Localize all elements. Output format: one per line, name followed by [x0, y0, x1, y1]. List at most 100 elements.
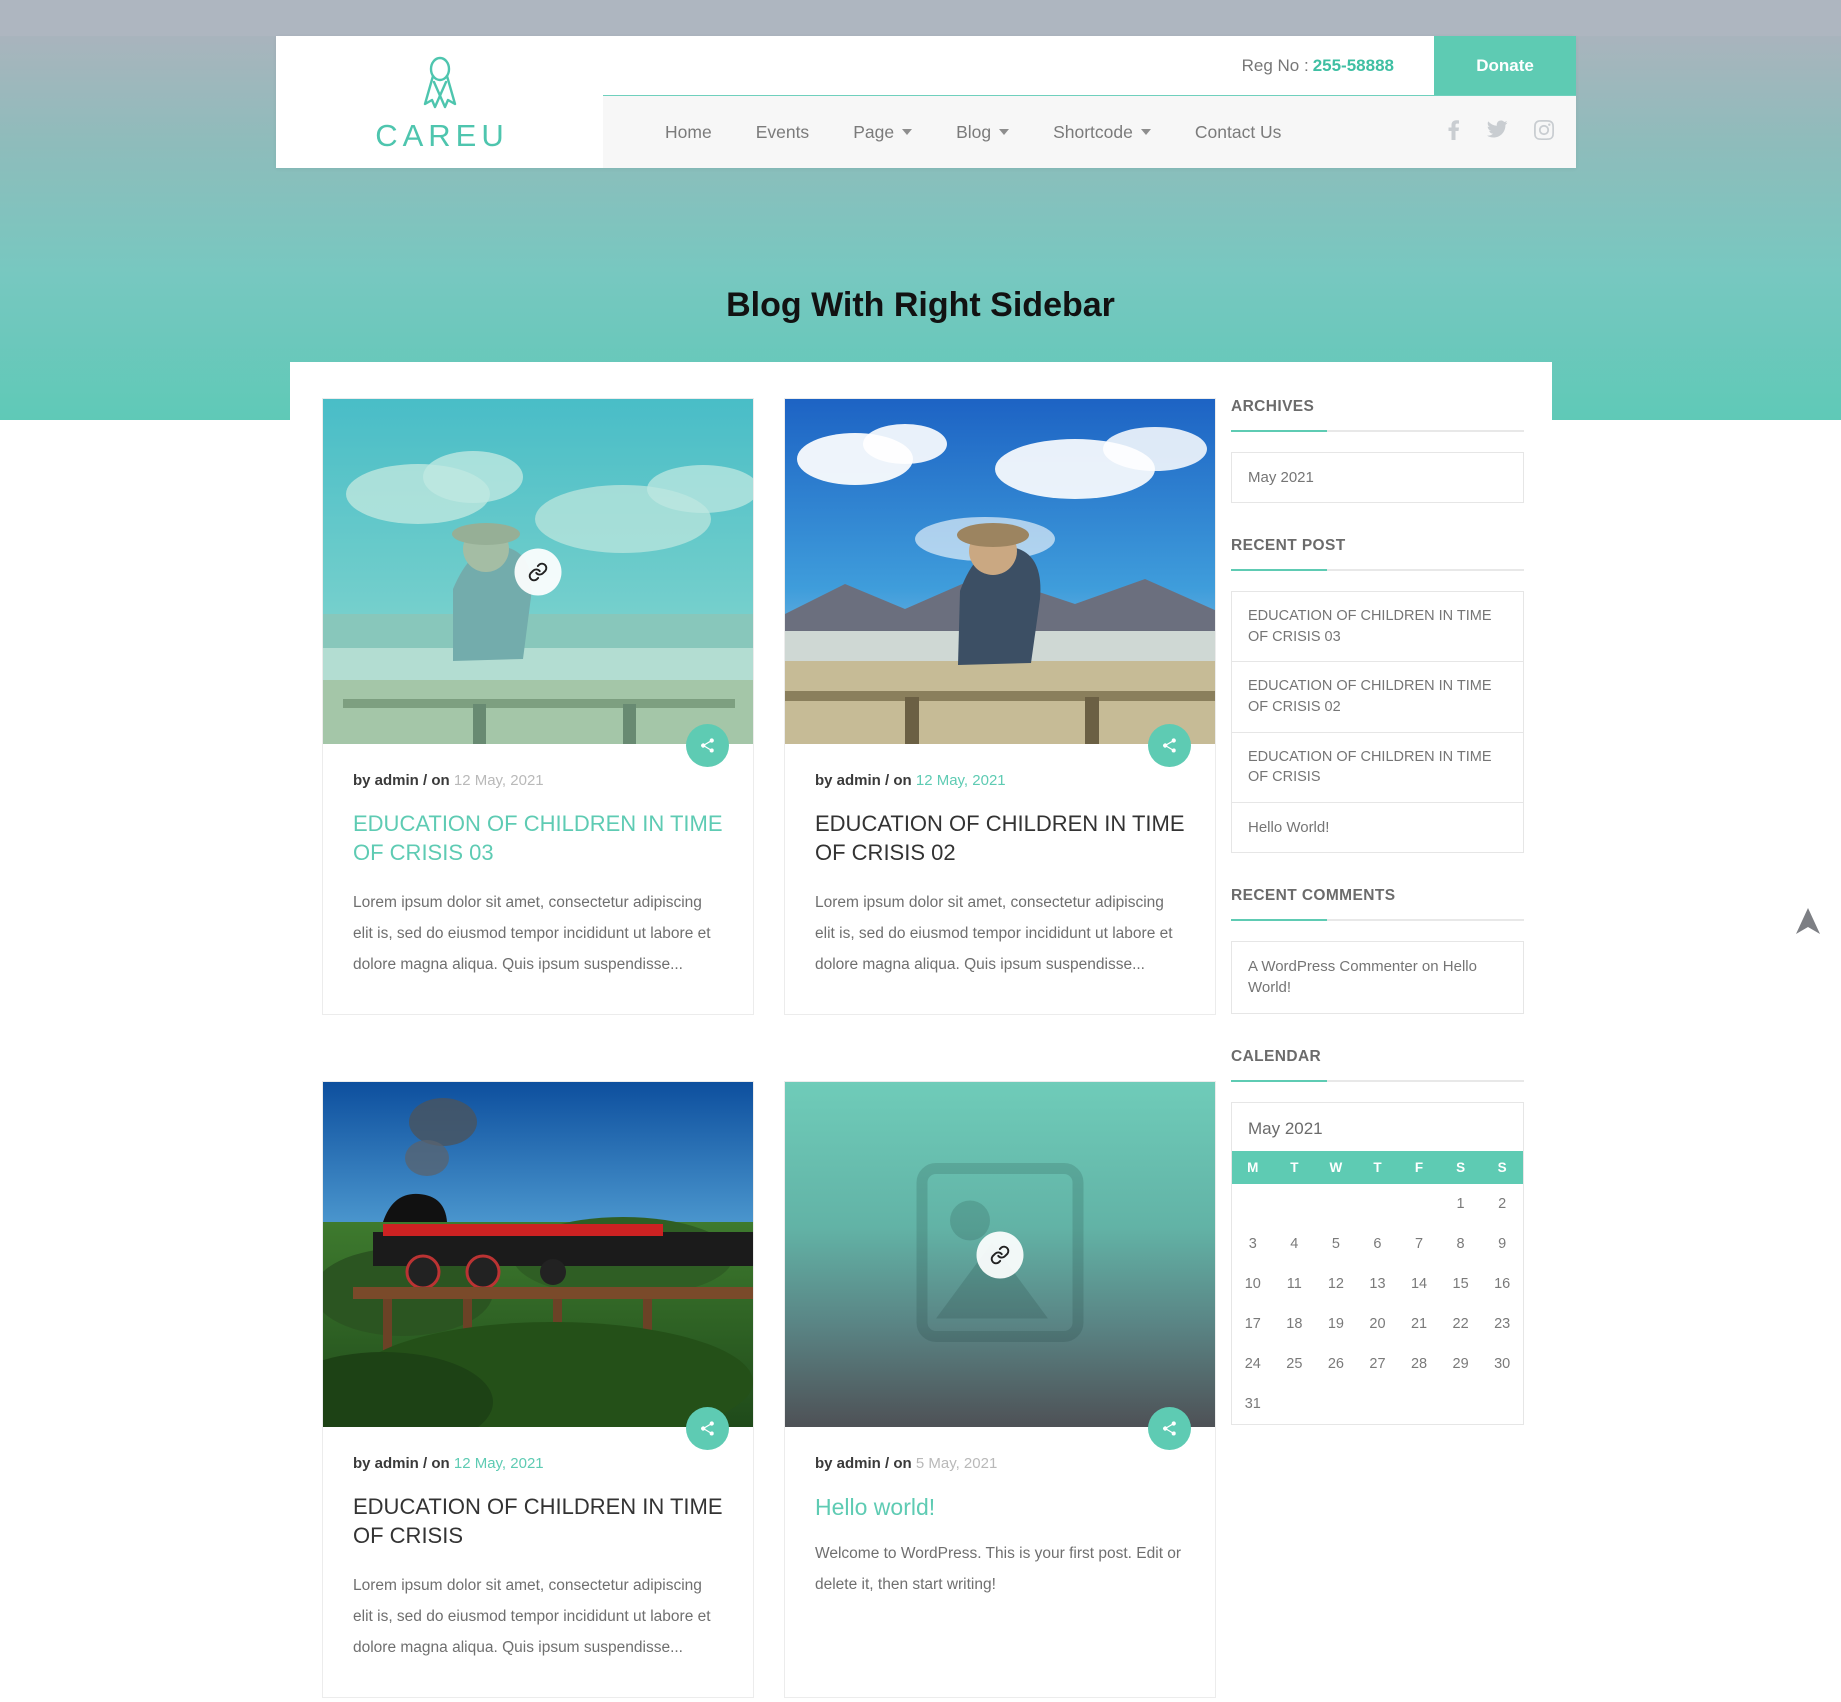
calendar-day[interactable]: 19: [1315, 1304, 1357, 1344]
share-button[interactable]: [1148, 724, 1191, 767]
calendar-day[interactable]: 27: [1357, 1344, 1399, 1384]
calendar-day[interactable]: 18: [1274, 1304, 1316, 1344]
calendar-day[interactable]: 21: [1398, 1304, 1440, 1344]
nav-item-home[interactable]: Home: [643, 122, 734, 143]
weekday-thu: T: [1356, 1150, 1399, 1184]
list-item[interactable]: EDUCATION OF CHILDREN IN TIME OF CRISIS: [1231, 733, 1523, 803]
calendar-day[interactable]: 8: [1440, 1224, 1482, 1264]
calendar-day[interactable]: 6: [1357, 1224, 1399, 1264]
weekday-fri: F: [1398, 1150, 1440, 1184]
post-author-prefix: by admin / on: [353, 1455, 450, 1473]
calendar-weekday-row: M T W T F S S: [1231, 1150, 1523, 1184]
calendar-day[interactable]: 23: [1481, 1304, 1523, 1344]
nav-item-shortcode[interactable]: Shortcode: [1031, 122, 1173, 143]
calendar-day[interactable]: 24: [1232, 1344, 1274, 1384]
brand-logo[interactable]: CAREU: [276, 36, 603, 168]
link-icon[interactable]: [514, 548, 562, 595]
calendar-day[interactable]: 7: [1398, 1224, 1440, 1264]
calendar-caption: May 2021: [1247, 1118, 1323, 1138]
calendar-week-row: 3 4 5 6 7 8 9: [1232, 1224, 1523, 1264]
post-card: by admin / on 12 May, 2021 EDUCATION OF …: [784, 398, 1216, 1016]
calendar: May 2021 M T W T F S S 1 2 3 4 5 6 7 8 9…: [1230, 1101, 1524, 1425]
recent-post-list: EDUCATION OF CHILDREN IN TIME OF CRISIS …: [1230, 591, 1524, 854]
calendar-day[interactable]: 10: [1232, 1264, 1274, 1304]
post-title[interactable]: EDUCATION OF CHILDREN IN TIME OF CRISIS …: [353, 809, 723, 867]
post-card: by admin / on 12 May, 2021 EDUCATION OF …: [322, 398, 754, 1016]
share-button[interactable]: [1148, 1407, 1191, 1451]
post-body: by admin / on 12 May, 2021 EDUCATION OF …: [785, 744, 1215, 1014]
content-wrapper: by admin / on 12 May, 2021 EDUCATION OF …: [290, 362, 1552, 1702]
link-icon[interactable]: [976, 1231, 1024, 1279]
calendar-day: [1357, 1184, 1399, 1224]
calendar-day[interactable]: 30: [1481, 1344, 1523, 1384]
nav-item-events[interactable]: Events: [734, 122, 832, 143]
weekday-sat: S: [1439, 1150, 1482, 1184]
donate-button[interactable]: Donate: [1434, 36, 1576, 95]
widget-title-recent-post: RECENT POST: [1230, 537, 1524, 572]
calendar-day: [1440, 1384, 1482, 1424]
nav-label: Page: [853, 121, 895, 142]
post-title[interactable]: Hello world!: [815, 1492, 1185, 1522]
calendar-day[interactable]: 16: [1481, 1264, 1523, 1304]
nav-label: Blog: [956, 121, 992, 142]
nav-list: Home Events Page Blog Shortcode Contact …: [643, 122, 1303, 143]
post-date: 5 May, 2021: [915, 1455, 998, 1473]
calendar-day[interactable]: 13: [1357, 1264, 1399, 1304]
nav-item-contact-us[interactable]: Contact Us: [1173, 122, 1304, 143]
calendar-day[interactable]: 11: [1274, 1264, 1316, 1304]
calendar-day[interactable]: 14: [1398, 1264, 1440, 1304]
list-item[interactable]: EDUCATION OF CHILDREN IN TIME OF CRISIS …: [1231, 662, 1523, 733]
calendar-day[interactable]: 12: [1315, 1264, 1357, 1304]
post-meta: by admin / on 12 May, 2021: [353, 772, 723, 789]
calendar-week-row: 17 18 19 20 21 22 23: [1232, 1304, 1523, 1344]
calendar-day[interactable]: 26: [1315, 1344, 1357, 1384]
post-excerpt: Lorem ipsum dolor sit amet, consectetur …: [353, 1577, 711, 1657]
post-title[interactable]: EDUCATION OF CHILDREN IN TIME OF CRISIS: [353, 1492, 723, 1550]
widget-calendar: CALENDAR May 2021 M T W T F S S 1 2 3 4 …: [1230, 1048, 1524, 1425]
list-item[interactable]: A WordPress Commenter on Hello World!: [1232, 942, 1523, 1013]
facebook-icon[interactable]: [1445, 119, 1461, 146]
calendar-day[interactable]: 17: [1232, 1304, 1274, 1344]
post-date: 12 May, 2021: [453, 772, 544, 789]
calendar-day[interactable]: 25: [1274, 1344, 1316, 1384]
instagram-icon[interactable]: [1534, 119, 1554, 145]
list-item[interactable]: EDUCATION OF CHILDREN IN TIME OF CRISIS …: [1231, 592, 1523, 663]
calendar-day[interactable]: 9: [1481, 1224, 1523, 1264]
list-item[interactable]: Hello World!: [1232, 803, 1523, 852]
share-button[interactable]: [686, 1407, 729, 1451]
main-navigation: Home Events Page Blog Shortcode Contact …: [603, 96, 1576, 168]
calendar-header: M T W T F S S: [1231, 1150, 1523, 1184]
post-thumbnail[interactable]: [785, 399, 1215, 744]
calendar-day[interactable]: 29: [1440, 1344, 1482, 1384]
share-button[interactable]: [686, 724, 729, 767]
nav-item-page[interactable]: Page: [831, 122, 934, 143]
post-author-prefix: by admin / on: [815, 1455, 912, 1473]
scroll-to-top-button[interactable]: [1795, 906, 1821, 941]
post-excerpt: Welcome to WordPress. This is your first…: [815, 1545, 1182, 1594]
post-title[interactable]: EDUCATION OF CHILDREN IN TIME OF CRISIS …: [815, 809, 1185, 867]
calendar-day[interactable]: 31: [1232, 1384, 1274, 1424]
calendar-day[interactable]: 1: [1440, 1184, 1482, 1224]
page-root: CAREU Reg No : 255-58888 Donate Home Eve…: [0, 0, 1841, 1702]
calendar-day: [1315, 1184, 1357, 1224]
calendar-day[interactable]: 3: [1232, 1224, 1274, 1264]
arrow-up-icon: [1795, 908, 1821, 940]
post-thumbnail[interactable]: [785, 1082, 1215, 1428]
post-thumbnail[interactable]: [323, 1082, 753, 1428]
calendar-day[interactable]: 28: [1398, 1344, 1440, 1384]
widget-title-calendar: CALENDAR: [1230, 1048, 1524, 1082]
post-thumbnail[interactable]: [323, 399, 753, 744]
calendar-day[interactable]: 2: [1481, 1184, 1523, 1224]
widget-recent-comments: RECENT COMMENTS A WordPress Commenter on…: [1230, 887, 1524, 1014]
calendar-day[interactable]: 5: [1315, 1224, 1357, 1264]
list-item[interactable]: May 2021: [1232, 453, 1523, 502]
calendar-day: [1357, 1384, 1399, 1424]
calendar-day[interactable]: 4: [1274, 1224, 1316, 1264]
calendar-day[interactable]: 22: [1440, 1304, 1482, 1344]
widget-recent-post: RECENT POST EDUCATION OF CHILDREN IN TIM…: [1230, 537, 1524, 854]
twitter-icon[interactable]: [1487, 120, 1508, 144]
calendar-day: [1398, 1384, 1440, 1424]
calendar-day[interactable]: 15: [1440, 1264, 1482, 1304]
nav-item-blog[interactable]: Blog: [934, 122, 1031, 143]
calendar-day[interactable]: 20: [1357, 1304, 1399, 1344]
